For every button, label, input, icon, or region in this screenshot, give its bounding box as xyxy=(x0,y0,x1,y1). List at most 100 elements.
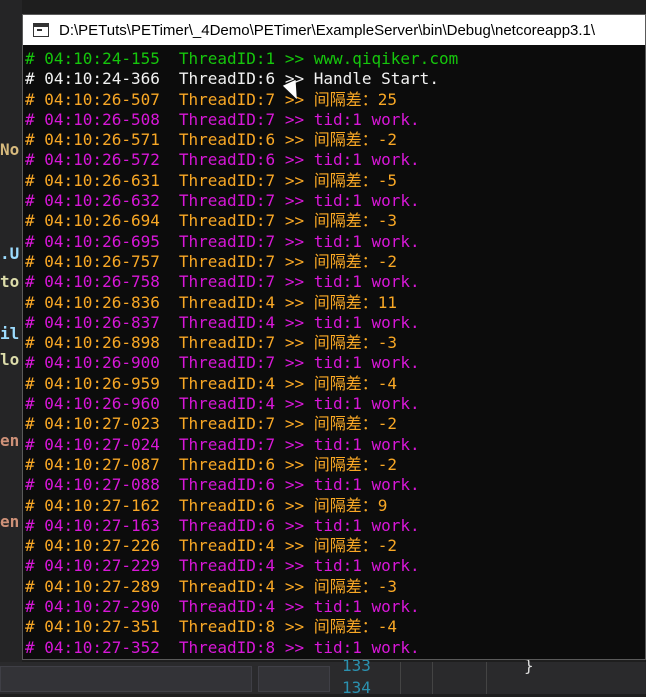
log-line: # 04:10:27-290 ThreadID:4 >> tid:1 work. xyxy=(25,597,645,617)
console-app-icon xyxy=(33,23,49,37)
log-message: >> 间隔差：-4 xyxy=(275,373,397,393)
log-thread-id: ThreadID:6 xyxy=(178,475,276,495)
log-timestamp: # 04:10:27-226 xyxy=(25,536,160,556)
window-title: D:\PETuts\PETimer\_4Demo\PETimer\Example… xyxy=(59,21,596,39)
log-line: # 04:10:26-757 ThreadID:7 >> 间隔差：-2 xyxy=(25,252,645,272)
indent-guide xyxy=(432,662,433,694)
log-thread-id: ThreadID:7 xyxy=(178,89,276,109)
log-thread-id: ThreadID:7 xyxy=(178,333,276,353)
editor-bottom-area xyxy=(0,662,646,694)
log-message: >> Handle Start. xyxy=(275,69,439,89)
log-thread-id: ThreadID:4 xyxy=(178,597,276,617)
log-thread-id: ThreadID:7 xyxy=(178,353,276,373)
code-fragment: en xyxy=(0,431,20,450)
console-window[interactable]: D:\PETuts\PETimer\_4Demo\PETimer\Example… xyxy=(22,14,646,660)
log-thread-id: ThreadID:7 xyxy=(178,231,276,251)
log-message: >> tid:1 work. xyxy=(275,191,420,211)
log-thread-id: ThreadID:4 xyxy=(178,576,276,596)
log-line: # 04:10:24-155 ThreadID:1 >> www.qiqiker.… xyxy=(25,49,645,69)
log-message: >> tid:1 work. xyxy=(275,150,420,170)
log-line: # 04:10:27-087 ThreadID:6 >> 间隔差：-2 xyxy=(25,455,645,475)
log-timestamp: # 04:10:26-572 xyxy=(25,150,160,170)
log-thread-id: ThreadID:4 xyxy=(178,292,276,312)
log-timestamp: # 04:10:27-351 xyxy=(25,617,160,637)
log-line: # 04:10:26-695 ThreadID:7 >> tid:1 work. xyxy=(25,232,645,252)
console-titlebar[interactable]: D:\PETuts\PETimer\_4Demo\PETimer\Example… xyxy=(23,15,645,45)
log-line: # 04:10:27-023 ThreadID:7 >> 间隔差：-2 xyxy=(25,414,645,434)
log-timestamp: # 04:10:27-162 xyxy=(25,495,160,515)
code-fragment: lo xyxy=(0,350,20,369)
log-thread-id: ThreadID:6 xyxy=(178,69,276,89)
log-thread-id: ThreadID:7 xyxy=(178,434,276,454)
log-line: # 04:10:27-289 ThreadID:4 >> 间隔差：-3 xyxy=(25,577,645,597)
log-timestamp: # 04:10:27-352 xyxy=(25,637,160,657)
log-timestamp: # 04:10:27-024 xyxy=(25,434,160,454)
indent-guide xyxy=(400,662,401,694)
log-message: >> tid:1 work. xyxy=(275,312,420,332)
log-message: >> 间隔差：-2 xyxy=(275,130,397,150)
log-message: >> 间隔差：11 xyxy=(275,292,397,312)
log-message: >> tid:1 work. xyxy=(275,231,420,251)
log-message: >> tid:1 work. xyxy=(275,434,420,454)
editor-left-edge xyxy=(0,0,22,694)
log-message: >> 间隔差：-5 xyxy=(275,170,397,190)
log-line: # 04:10:26-694 ThreadID:7 >> 间隔差：-3 xyxy=(25,211,645,231)
log-message: >> 间隔差：-3 xyxy=(275,576,397,596)
log-thread-id: ThreadID:4 xyxy=(178,373,276,393)
log-timestamp: # 04:10:26-508 xyxy=(25,109,160,129)
log-message: >> 间隔差：-3 xyxy=(275,211,397,231)
log-thread-id: ThreadID:6 xyxy=(178,130,276,150)
log-message: >> tid:1 work. xyxy=(275,353,420,373)
log-message: >> tid:1 work. xyxy=(275,637,420,657)
log-thread-id: ThreadID:7 xyxy=(178,211,276,231)
log-timestamp: # 04:10:26-960 xyxy=(25,394,160,414)
log-timestamp: # 04:10:26-632 xyxy=(25,191,160,211)
indent-guide xyxy=(486,662,487,694)
log-thread-id: ThreadID:7 xyxy=(178,272,276,292)
log-thread-id: ThreadID:6 xyxy=(178,515,276,535)
log-thread-id: ThreadID:1 xyxy=(178,49,276,68)
log-timestamp: # 04:10:26-837 xyxy=(25,312,160,332)
code-fragment: No xyxy=(0,140,20,159)
log-line: # 04:10:26-837 ThreadID:4 >> tid:1 work. xyxy=(25,313,645,333)
editor-tab[interactable] xyxy=(258,666,330,692)
code-fragment: .U xyxy=(0,244,20,263)
log-timestamp: # 04:10:27-289 xyxy=(25,576,160,596)
log-timestamp: # 04:10:24-366 xyxy=(25,69,160,89)
log-line: # 04:10:26-572 ThreadID:6 >> tid:1 work. xyxy=(25,150,645,170)
log-line: # 04:10:26-836 ThreadID:4 >> 间隔差：11 xyxy=(25,293,645,313)
log-message: >> 间隔差：-2 xyxy=(275,454,397,474)
log-message: >> 间隔差：9 xyxy=(275,495,388,515)
log-line: # 04:10:26-758 ThreadID:7 >> tid:1 work. xyxy=(25,272,645,292)
log-timestamp: # 04:10:26-757 xyxy=(25,251,160,271)
log-message: >> tid:1 work. xyxy=(275,394,420,414)
log-timestamp: # 04:10:27-023 xyxy=(25,414,160,434)
log-timestamp: # 04:10:26-898 xyxy=(25,333,160,353)
log-thread-id: ThreadID:7 xyxy=(178,109,276,129)
log-line: # 04:10:27-229 ThreadID:4 >> tid:1 work. xyxy=(25,556,645,576)
log-line: # 04:10:27-351 ThreadID:8 >> 间隔差：-4 xyxy=(25,617,645,637)
log-thread-id: ThreadID:7 xyxy=(178,170,276,190)
log-timestamp: # 04:10:27-229 xyxy=(25,556,160,576)
log-thread-id: ThreadID:4 xyxy=(178,394,276,414)
log-message: >> tid:1 work. xyxy=(275,556,420,576)
editor-tab[interactable] xyxy=(0,666,252,692)
log-timestamp: # 04:10:27-163 xyxy=(25,515,160,535)
code-fragment: en xyxy=(0,512,20,531)
log-thread-id: ThreadID:6 xyxy=(178,150,276,170)
log-thread-id: ThreadID:7 xyxy=(178,414,276,434)
log-message: >> 间隔差：-2 xyxy=(275,536,397,556)
log-thread-id: ThreadID:6 xyxy=(178,495,276,515)
log-thread-id: ThreadID:7 xyxy=(178,191,276,211)
log-thread-id: ThreadID:4 xyxy=(178,556,276,576)
log-timestamp: # 04:10:26-836 xyxy=(25,292,160,312)
log-line: # 04:10:26-959 ThreadID:4 >> 间隔差：-4 xyxy=(25,374,645,394)
log-thread-id: ThreadID:4 xyxy=(178,536,276,556)
log-message: >> tid:1 work. xyxy=(275,597,420,617)
log-line: # 04:10:27-226 ThreadID:4 >> 间隔差：-2 xyxy=(25,536,645,556)
log-message: >> tid:1 work. xyxy=(275,475,420,495)
log-line: # 04:10:26-507 ThreadID:7 >> 间隔差：25 xyxy=(25,90,645,110)
line-number: 134 xyxy=(342,678,371,697)
log-thread-id: ThreadID:6 xyxy=(178,454,276,474)
log-timestamp: # 04:10:26-900 xyxy=(25,353,160,373)
